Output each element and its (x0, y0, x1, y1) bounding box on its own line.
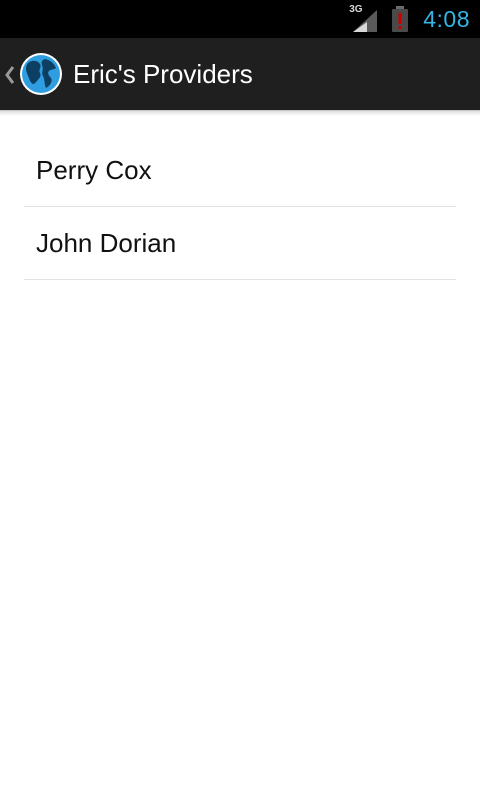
status-clock: 4:08 (423, 5, 470, 32)
list-item[interactable]: John Dorian (24, 207, 456, 280)
action-bar: Eric's Providers (0, 38, 480, 111)
battery-alert-icon (392, 6, 409, 32)
chevron-left-icon (5, 66, 15, 84)
list-item[interactable]: Perry Cox (24, 134, 456, 207)
status-bar: 3G 4:08 (0, 0, 480, 38)
provider-name: John Dorian (36, 227, 177, 258)
up-button[interactable] (0, 38, 68, 110)
action-bar-shadow (0, 110, 480, 116)
page-title: Eric's Providers (73, 59, 253, 89)
providers-list: Perry Cox John Dorian (24, 134, 456, 280)
status-icons: 3G 4:08 (349, 0, 470, 38)
provider-name: Perry Cox (36, 154, 152, 185)
signal-icon: 3G (349, 4, 379, 32)
globe-icon (20, 53, 62, 95)
